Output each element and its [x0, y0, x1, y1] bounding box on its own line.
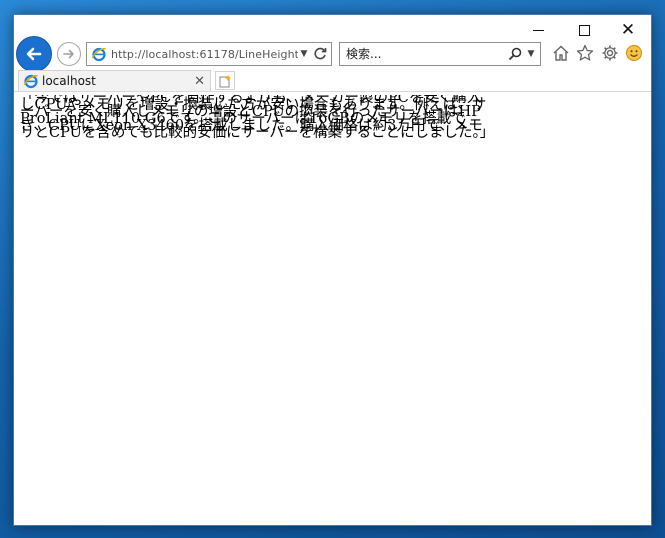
maximize-button[interactable]	[561, 15, 607, 45]
ie-page-icon	[91, 47, 106, 62]
address-bar[interactable]: http://localhost:61178/LineHeight. ▼	[86, 42, 332, 66]
search-icon[interactable]	[507, 46, 523, 62]
forward-arrow-icon	[63, 49, 74, 59]
back-arrow-icon	[26, 47, 42, 61]
minimize-button[interactable]	[515, 15, 561, 45]
tools-button[interactable]	[600, 43, 620, 63]
search-box[interactable]: ▼	[339, 42, 541, 66]
new-tab-button[interactable]	[215, 71, 235, 90]
gear-icon	[602, 45, 618, 61]
tab-strip: localhost ✕	[14, 70, 651, 91]
overlapping-paragraph: 「今ではサーバーやPCを自作するよりも、メーカー製のPCを安く購入しCPUやメモ…	[20, 95, 495, 141]
favorites-button[interactable]	[575, 43, 595, 63]
refresh-icon[interactable]	[312, 46, 328, 62]
tab-localhost[interactable]: localhost ✕	[18, 70, 211, 91]
back-button[interactable]	[16, 36, 52, 72]
close-window-button[interactable]: ✕	[605, 15, 651, 45]
close-icon: ✕	[620, 19, 636, 40]
star-icon	[576, 44, 594, 61]
feedback-button[interactable]	[624, 43, 644, 63]
page-content: 「今ではサーバーやPCを自作するよりも、メーカー製のPCを安く購入しCPUやメモ…	[20, 95, 640, 515]
tab-close-icon[interactable]: ✕	[194, 75, 205, 88]
ie-tab-icon	[23, 74, 38, 89]
maximize-icon	[578, 24, 590, 36]
minimize-icon	[532, 29, 544, 31]
tab-divider	[14, 91, 651, 92]
forward-button[interactable]	[57, 42, 81, 66]
search-input[interactable]	[340, 47, 507, 61]
address-url[interactable]: http://localhost:61178/LineHeight.	[111, 48, 298, 61]
tab-label: localhost	[42, 74, 96, 88]
address-dropdown-icon[interactable]: ▼	[298, 49, 310, 59]
new-tab-icon	[219, 74, 231, 87]
search-dropdown-icon[interactable]: ▼	[525, 49, 537, 59]
browser-window: ✕ http://localhost:61178/LineHeight. ▼ 検…	[13, 14, 652, 526]
smiley-icon	[626, 45, 642, 61]
home-icon	[553, 45, 569, 61]
home-button[interactable]	[551, 43, 571, 63]
